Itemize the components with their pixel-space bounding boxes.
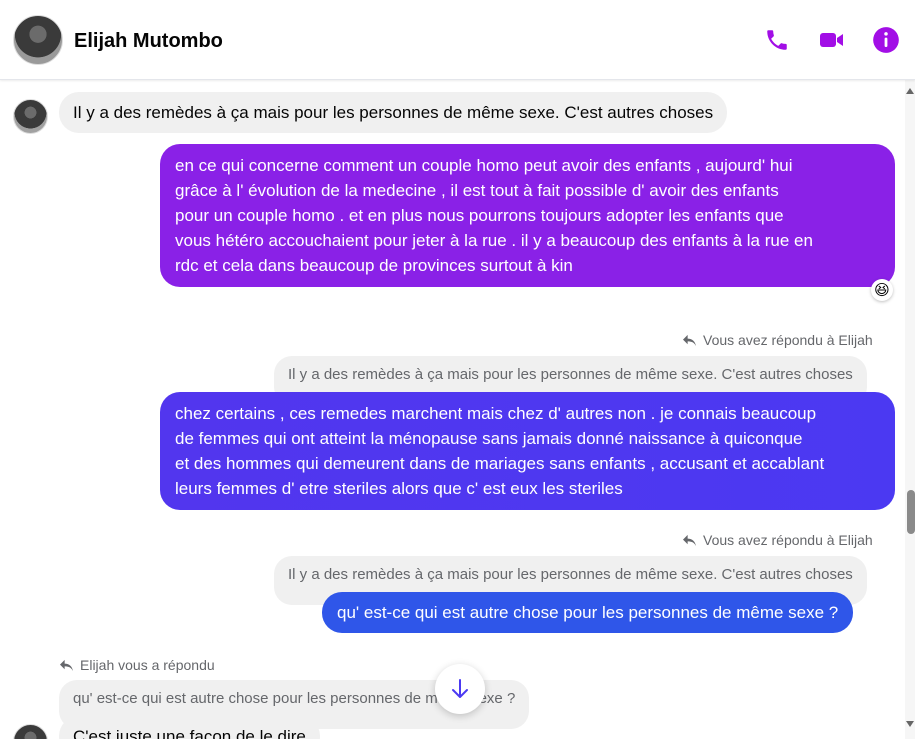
message-line: chez certains , ces remedes marchent mai… [175,404,817,423]
reply-label: Vous avez répondu à Elijah [703,332,873,348]
reply-arrow-icon [683,334,696,346]
reply-label: Elijah vous a répondu [80,657,215,673]
scroll-to-bottom-button[interactable] [435,664,485,714]
message-line: vous hétéro accouchaient pour jeter à la… [175,231,813,250]
message-line: rdc et cela dans beaucoup de provinces s… [175,256,573,275]
phone-icon[interactable] [763,26,791,54]
scroll-down-arrow-icon[interactable] [906,721,914,727]
scroll-up-arrow-icon[interactable] [906,88,914,94]
reply-indicator: Vous avez répondu à Elijah [682,532,873,548]
message-text: C'est juste une façon de le dire [73,727,306,739]
scrollbar[interactable] [905,80,915,739]
video-camera-icon[interactable] [818,26,846,54]
incoming-message[interactable]: C'est juste une façon de le dire [59,716,320,739]
conversation-header: Elijah Mutombo [0,0,915,80]
scrollbar-thumb[interactable] [907,490,915,534]
outgoing-message[interactable]: en ce qui concerne comment un couple hom… [160,144,895,287]
message-line: et des hommes qui demeurent dans de mari… [175,454,825,473]
message-thread[interactable]: Il y a des remèdes à ça mais pour les pe… [0,80,905,739]
message-line: leurs femmes d' etre steriles alors que … [175,479,623,498]
message-text: qu' est-ce qui est autre chose pour les … [337,603,839,622]
reply-arrow-icon [60,659,73,671]
message-line: en ce qui concerne comment un couple hom… [175,156,793,175]
arrow-down-icon [452,679,468,698]
reply-arrow-icon [683,534,696,546]
contact-name[interactable]: Elijah Mutombo [74,30,223,53]
reply-indicator: Vous avez répondu à Elijah [682,332,873,348]
message-line: de femmes qui ont atteint la ménopause s… [175,429,803,448]
sender-avatar[interactable] [13,99,48,134]
info-icon[interactable] [872,26,900,54]
message-line: pour un couple homo . et en plus nous po… [175,206,784,225]
outgoing-message[interactable]: chez certains , ces remedes marchent mai… [160,392,895,510]
sender-avatar[interactable] [13,724,48,739]
reaction-emoji[interactable]: 😆 [871,279,893,301]
messenger-window: Elijah Mutombo Il y a des remèdes à ça m… [0,0,915,739]
outgoing-message[interactable]: qu' est-ce qui est autre chose pour les … [322,592,854,633]
message-line: grâce à l' évolution de la medecine , il… [175,181,779,200]
reply-label: Vous avez répondu à Elijah [703,532,873,548]
reply-indicator: Elijah vous a répondu [59,657,215,673]
message-text: Il y a des remèdes à ça mais pour les pe… [73,103,714,122]
contact-avatar[interactable] [13,15,63,65]
incoming-message[interactable]: Il y a des remèdes à ça mais pour les pe… [59,92,728,133]
